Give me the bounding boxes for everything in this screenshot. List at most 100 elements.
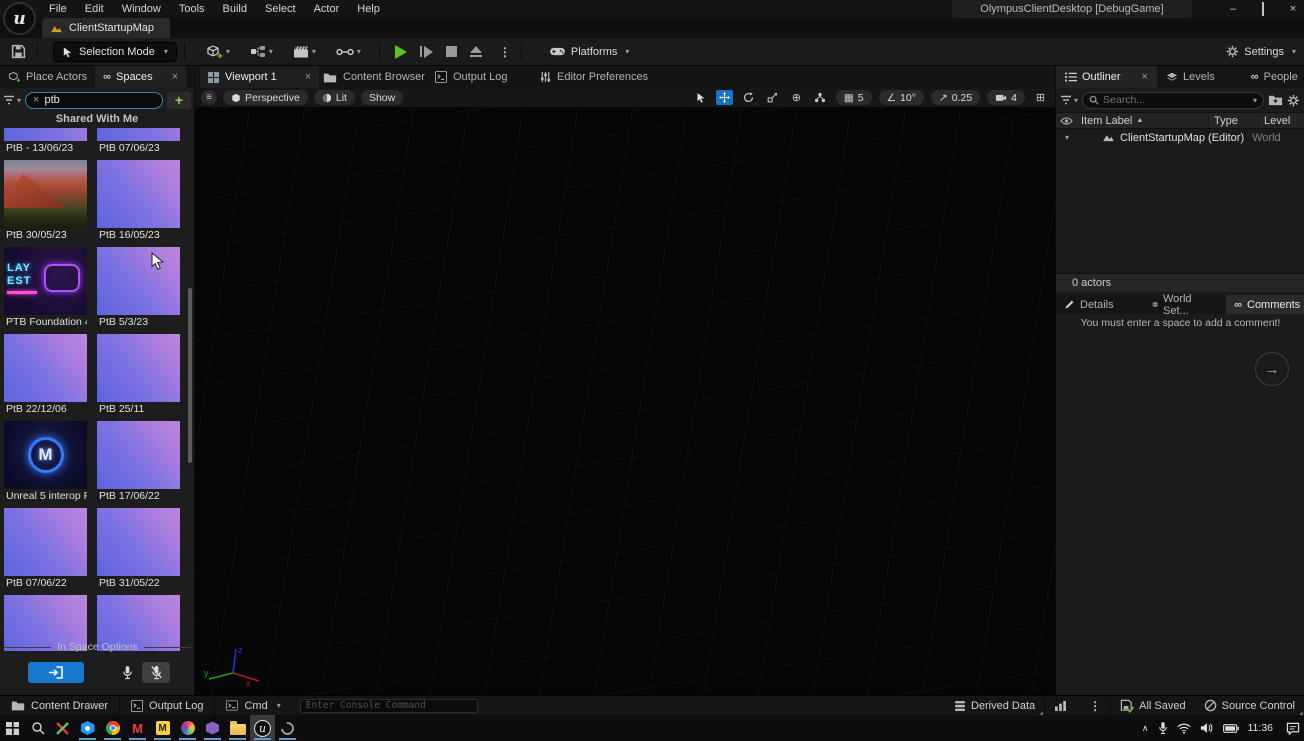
space-thumbnail[interactable] bbox=[97, 247, 180, 315]
skip-frame-button[interactable] bbox=[420, 46, 433, 58]
space-item[interactable]: PtB 07/06/23 bbox=[97, 128, 180, 157]
taskbar-visual-studio[interactable] bbox=[200, 715, 225, 741]
camera-speed-control[interactable]: 4 bbox=[987, 90, 1025, 105]
play-options-button[interactable]: ⋮ bbox=[499, 45, 511, 59]
close-icon[interactable]: × bbox=[1142, 71, 1148, 83]
close-icon[interactable]: × bbox=[305, 71, 311, 83]
performance-button[interactable] bbox=[1045, 696, 1076, 716]
rotation-snap-control[interactable]: ∠ 10° bbox=[879, 90, 924, 105]
space-thumbnail[interactable] bbox=[97, 334, 180, 402]
tab-spaces[interactable]: ∞ Spaces × bbox=[95, 66, 186, 88]
menu-item[interactable]: Window bbox=[113, 1, 170, 17]
status-more-button[interactable]: ⋮ bbox=[1076, 696, 1110, 716]
viewport-3d[interactable]: z y x bbox=[195, 107, 1055, 695]
menu-item[interactable]: Build bbox=[214, 1, 256, 17]
scale-tool-button[interactable] bbox=[764, 90, 781, 105]
space-thumbnail[interactable] bbox=[4, 334, 87, 402]
spaces-search-input[interactable] bbox=[44, 94, 155, 106]
spaces-scrollbar[interactable] bbox=[188, 288, 192, 463]
tab-world-settings[interactable]: World Set... bbox=[1144, 295, 1205, 314]
space-thumbnail[interactable] bbox=[4, 160, 87, 228]
grid-snap-control[interactable]: ▦ 5 bbox=[836, 90, 872, 105]
save-button[interactable] bbox=[7, 41, 30, 62]
battery-icon[interactable] bbox=[1223, 724, 1239, 733]
network-icon[interactable] bbox=[1177, 723, 1191, 734]
outliner-search-box[interactable]: ▾ bbox=[1082, 92, 1264, 109]
taskbar-miro[interactable]: M bbox=[150, 715, 175, 741]
chevron-down-icon[interactable]: ▾ bbox=[17, 96, 21, 105]
minimize-button[interactable]: – bbox=[1226, 3, 1240, 15]
menu-item[interactable]: File bbox=[40, 1, 76, 17]
rotate-tool-button[interactable] bbox=[740, 90, 757, 105]
space-thumbnail[interactable] bbox=[97, 128, 180, 141]
maximize-viewport-button[interactable]: ⊞ bbox=[1032, 90, 1049, 105]
space-item[interactable]: PtB 22/12/06 bbox=[4, 334, 87, 418]
maximize-button[interactable] bbox=[1256, 3, 1270, 15]
taskbar-gmail[interactable]: M bbox=[125, 715, 150, 741]
all-saved-button[interactable]: All Saved bbox=[1111, 696, 1194, 716]
viewport-options-menu[interactable]: ≡ bbox=[201, 90, 217, 105]
taskbar-unreal-engine[interactable]: u bbox=[250, 715, 275, 741]
taskbar-app-ring[interactable] bbox=[275, 715, 300, 741]
taskbar-search-button[interactable] bbox=[25, 715, 50, 741]
derived-data-button[interactable]: Derived Data bbox=[945, 696, 1044, 716]
space-thumbnail[interactable] bbox=[4, 508, 87, 576]
perspective-dropdown[interactable]: Perspective bbox=[223, 90, 308, 105]
link-dropdown[interactable]: ▾ bbox=[332, 44, 365, 60]
visibility-column-header[interactable] bbox=[1056, 117, 1076, 125]
tab-editor-preferences[interactable]: Editor Preferences bbox=[532, 66, 656, 88]
spaces-search-box[interactable]: × bbox=[25, 92, 163, 109]
output-log-button[interactable]: Output Log bbox=[120, 696, 215, 716]
cinematics-dropdown[interactable]: ▾ bbox=[289, 42, 320, 62]
space-item[interactable]: PtB 30/05/23 bbox=[4, 160, 87, 244]
space-item[interactable]: PtB 31/05/22 bbox=[97, 508, 180, 592]
start-button[interactable] bbox=[0, 715, 25, 741]
type-column-header[interactable]: Type bbox=[1208, 115, 1258, 127]
add-folder-icon[interactable] bbox=[1268, 94, 1283, 106]
tab-outliner[interactable]: Outliner × bbox=[1056, 66, 1157, 88]
tray-expand-chevron-icon[interactable]: ∧ bbox=[1142, 723, 1149, 734]
add-actor-dropdown[interactable]: + ▾ bbox=[202, 41, 234, 63]
taskbar-file-explorer[interactable] bbox=[225, 715, 250, 741]
selection-mode-dropdown[interactable]: Selection Mode ▾ bbox=[53, 42, 177, 62]
speaker-icon[interactable] bbox=[1200, 722, 1214, 734]
select-tool-button[interactable] bbox=[692, 90, 709, 105]
surface-snapping-button[interactable] bbox=[812, 90, 829, 105]
tab-people[interactable]: ∞ People bbox=[1242, 66, 1304, 88]
tab-viewport-1[interactable]: Viewport 1 × bbox=[200, 66, 319, 88]
add-space-button[interactable]: + bbox=[167, 92, 191, 109]
taskbar-photos[interactable] bbox=[175, 715, 200, 741]
space-thumbnail[interactable] bbox=[97, 421, 180, 489]
cmd-dropdown[interactable]: Cmd ▾ bbox=[215, 696, 291, 716]
play-button[interactable] bbox=[395, 45, 407, 59]
chevron-down-icon[interactable]: ▾ bbox=[1253, 96, 1257, 105]
tab-levels[interactable]: Levels bbox=[1157, 66, 1224, 88]
outliner-settings-gear-icon[interactable] bbox=[1287, 94, 1300, 107]
taskbar-perforce[interactable] bbox=[50, 715, 75, 741]
close-button[interactable]: × bbox=[1286, 3, 1300, 15]
source-control-button[interactable]: Source Control bbox=[1195, 696, 1304, 716]
stop-button[interactable] bbox=[446, 46, 457, 57]
menu-item[interactable]: Tools bbox=[170, 1, 214, 17]
tray-microphone-icon[interactable] bbox=[1158, 721, 1168, 735]
space-item[interactable]: PtB 5/3/23 bbox=[97, 247, 180, 331]
chevron-down-icon[interactable]: ▾ bbox=[1074, 96, 1078, 105]
space-item[interactable]: PtB 25/11 bbox=[97, 334, 180, 418]
blueprints-dropdown[interactable]: ▾ bbox=[246, 42, 277, 61]
taskbar-chrome[interactable] bbox=[100, 715, 125, 741]
space-thumbnail[interactable]: M bbox=[4, 421, 87, 489]
platforms-dropdown[interactable]: Platforms ▾ bbox=[549, 46, 629, 58]
outliner-row-world[interactable]: ▾ ClientStartupMap (Editor) World bbox=[1056, 129, 1304, 146]
menu-item[interactable]: Edit bbox=[76, 1, 113, 17]
space-item[interactable]: PtB - 13/06/23 bbox=[4, 128, 87, 157]
microphone-muted-button[interactable] bbox=[142, 662, 170, 683]
notifications-icon[interactable] bbox=[1286, 722, 1300, 735]
close-icon[interactable]: × bbox=[172, 71, 178, 83]
tab-content-browser[interactable]: Content Browser bbox=[315, 66, 433, 88]
scale-snap-control[interactable]: ↗ 0.25 bbox=[931, 90, 980, 105]
outliner-search-input[interactable] bbox=[1103, 94, 1246, 106]
tab-details[interactable]: Details bbox=[1056, 295, 1122, 314]
space-item[interactable]: PtB 07/06/22 bbox=[4, 508, 87, 592]
tab-level-clientstartupmap[interactable]: ClientStartupMap bbox=[42, 18, 170, 38]
eject-button[interactable] bbox=[470, 46, 482, 57]
